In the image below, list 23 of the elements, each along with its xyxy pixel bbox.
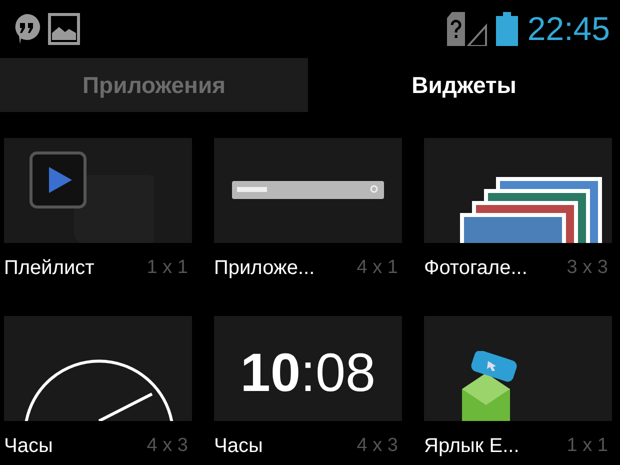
digital-clock-time: 10:08 — [240, 346, 376, 405]
widget-preview[interactable]: 10:08 — [214, 316, 402, 421]
widget-name: Часы — [4, 434, 53, 458]
widget-preview[interactable] — [424, 138, 612, 243]
widget-name: Часы — [214, 434, 263, 458]
image-icon — [48, 13, 80, 45]
widget-preview[interactable] — [214, 138, 402, 243]
widget-size: 4 x 1 — [356, 257, 398, 279]
widget-size: 1 x 1 — [146, 257, 188, 279]
battery-icon — [495, 12, 520, 46]
widget-name: Фотогале... — [424, 256, 528, 280]
widget-size: 4 x 3 — [356, 435, 398, 457]
widget-name: Плейлист — [4, 256, 94, 280]
widget-name: Ярлык E... — [424, 434, 520, 458]
widget-preview[interactable] — [424, 316, 612, 421]
widget-preview[interactable] — [4, 316, 192, 421]
widget-size: 4 x 3 — [146, 435, 188, 457]
tab[interactable]: Виджеты — [308, 58, 620, 112]
no-sim-signal-icon — [447, 12, 488, 46]
widget-size: 3 x 3 — [566, 257, 608, 279]
widget-name: Приложе... — [214, 256, 315, 280]
widget-size: 1 x 1 — [566, 435, 608, 457]
clock-time: 22:45 — [527, 10, 610, 48]
